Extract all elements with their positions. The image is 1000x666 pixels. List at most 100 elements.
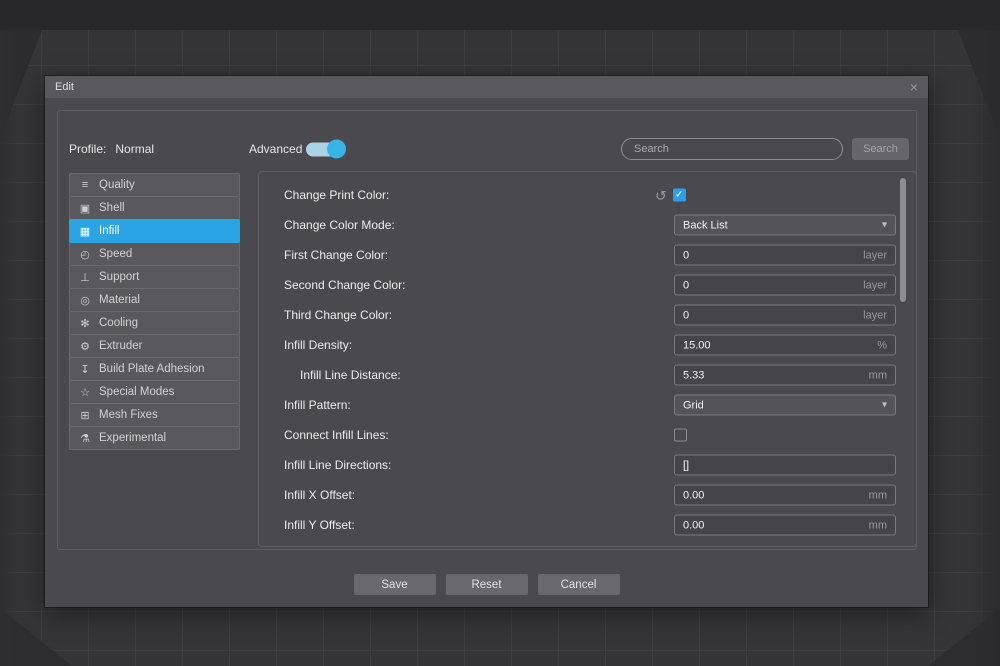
sidebar-item-speed[interactable]: ◴ Speed xyxy=(69,242,240,266)
scrollbar-thumb[interactable] xyxy=(900,178,906,302)
sidebar-item-experimental[interactable]: ⚗ Experimental xyxy=(69,426,240,450)
dialog-body: Profile:Normal Advanced Search ≡ Quality… xyxy=(45,98,928,607)
sidebar-item-label: Build Plate Adhesion xyxy=(99,363,205,375)
change-color-mode-dropdown[interactable]: Back List ▾ xyxy=(674,214,896,236)
connect-infill-lines-checkbox[interactable] xyxy=(674,428,687,442)
sidebar-item-material[interactable]: ◎ Material xyxy=(69,288,240,312)
reset-button[interactable]: Reset xyxy=(445,574,528,595)
check-icon: ✓ xyxy=(675,189,684,201)
sidebar-item-label: Extruder xyxy=(99,340,143,352)
setting-row-infill-line-distance: Infill Line Distance: 5.33 mm xyxy=(259,360,916,390)
search-input[interactable] xyxy=(621,138,843,160)
sidebar-item-label: Shell xyxy=(99,202,125,214)
field-unit: mm xyxy=(868,369,887,381)
dialog-titlebar[interactable]: Edit × xyxy=(45,76,928,98)
sidebar-item-quality[interactable]: ≡ Quality xyxy=(69,173,240,197)
sidebar-item-build-plate-adhesion[interactable]: ↧ Build Plate Adhesion xyxy=(69,357,240,381)
sidebar-item-extruder[interactable]: ⚙ Extruder xyxy=(69,334,240,358)
quality-icon: ≡ xyxy=(81,179,89,191)
dialog-title: Edit xyxy=(55,81,74,93)
sidebar-item-label: Experimental xyxy=(99,432,167,444)
sidebar-item-label: Mesh Fixes xyxy=(99,409,158,421)
infill-density-input[interactable]: 15.00 % xyxy=(674,334,896,356)
setting-row-infill-density: Infill Density: 15.00 % xyxy=(259,330,916,360)
setting-row-infill-x-offset: Infill X Offset: 0.00 mm xyxy=(259,480,916,510)
sidebar-item-special-modes[interactable]: ☆ Special Modes xyxy=(69,380,240,404)
change-print-color-checkbox[interactable]: ✓ xyxy=(672,188,686,202)
field-value: 0.00 xyxy=(683,489,705,501)
field-value: [] xyxy=(683,459,690,471)
profile-label: Profile: Normal xyxy=(69,142,155,156)
setting-label: Infill Y Offset: xyxy=(284,518,355,532)
field-value: 0.00 xyxy=(683,519,705,531)
reset-icon[interactable]: ↺ xyxy=(655,188,667,202)
setting-label: Infill Pattern: xyxy=(284,398,351,412)
support-icon: ⊥ xyxy=(80,271,90,284)
toggle-knob xyxy=(327,139,346,159)
setting-label: Connect Infill Lines: xyxy=(284,428,389,442)
sidebar-item-support[interactable]: ⊥ Support xyxy=(69,265,240,289)
dropdown-value: Back List xyxy=(683,219,728,231)
sidebar-item-shell[interactable]: ▣ Shell xyxy=(69,196,240,220)
setting-row-infill-line-directions: Infill Line Directions: [] xyxy=(259,450,916,480)
settings-sidebar: ≡ Quality ▣ Shell ▦ Infill ◴ Speed ⊥ Sup… xyxy=(69,173,240,450)
special-modes-icon: ☆ xyxy=(80,386,90,399)
search-button[interactable]: Search xyxy=(852,138,909,160)
cancel-button[interactable]: Cancel xyxy=(537,574,620,595)
viewport-left-wall xyxy=(0,30,18,666)
dialog-footer: Save Reset Cancel xyxy=(45,574,928,595)
field-value: 0 xyxy=(683,309,690,321)
sidebar-item-infill[interactable]: ▦ Infill xyxy=(69,219,240,243)
first-change-color-input[interactable]: 0 layer xyxy=(674,244,896,266)
setting-row-infill-y-offset: Infill Y Offset: 0.00 mm xyxy=(259,510,916,540)
sidebar-item-cooling[interactable]: ✻ Cooling xyxy=(69,311,240,335)
infill-pattern-dropdown[interactable]: Grid ▾ xyxy=(674,394,896,416)
settings-panel: Change Print Color: ↺ ✓ Change Color Mod… xyxy=(258,171,917,547)
infill-line-distance-input[interactable]: 5.33 mm xyxy=(674,364,896,386)
profile-value: Normal xyxy=(115,142,155,156)
infill-icon: ▦ xyxy=(79,225,91,238)
cooling-icon: ✻ xyxy=(80,317,90,330)
setting-row-second-change-color: Second Change Color: 0 layer xyxy=(259,270,916,300)
second-change-color-input[interactable]: 0 layer xyxy=(674,274,896,296)
setting-label: Infill Line Directions: xyxy=(284,458,392,472)
infill-y-offset-input[interactable]: 0.00 mm xyxy=(674,514,896,536)
infill-x-offset-input[interactable]: 0.00 mm xyxy=(674,484,896,506)
advanced-label: Advanced xyxy=(249,142,303,156)
setting-row-change-color-mode: Change Color Mode: Back List ▾ xyxy=(259,210,916,240)
setting-label: Change Color Mode: xyxy=(284,218,395,232)
setting-label: Infill X Offset: xyxy=(284,488,356,502)
setting-label: Change Print Color: xyxy=(284,188,390,202)
dialog-header-row: Profile: Normal Advanced Search xyxy=(58,137,916,161)
viewport-back-wall xyxy=(0,0,1000,30)
field-unit: layer xyxy=(863,249,887,261)
sidebar-item-label: Cooling xyxy=(99,317,138,329)
dropdown-value: Grid xyxy=(683,399,704,411)
sidebar-item-label: Support xyxy=(99,271,140,283)
advanced-toggle[interactable] xyxy=(306,139,348,159)
field-unit: mm xyxy=(868,519,887,531)
field-unit: layer xyxy=(863,279,887,291)
third-change-color-input[interactable]: 0 layer xyxy=(674,304,896,326)
speed-icon: ◴ xyxy=(80,248,90,261)
setting-row-infill-pattern: Infill Pattern: Grid ▾ xyxy=(259,390,916,420)
infill-line-directions-input[interactable]: [] xyxy=(674,454,896,476)
field-value: 0 xyxy=(683,249,690,261)
field-value: 5.33 xyxy=(683,369,705,381)
shell-icon: ▣ xyxy=(79,202,91,215)
viewport-right-wall xyxy=(970,30,1000,666)
save-button[interactable]: Save xyxy=(353,574,436,595)
setting-row-third-change-color: Third Change Color: 0 layer xyxy=(259,300,916,330)
setting-row-change-print-color: Change Print Color: ↺ ✓ xyxy=(259,180,916,210)
sidebar-item-mesh-fixes[interactable]: ⊞ Mesh Fixes xyxy=(69,403,240,427)
setting-label: Third Change Color: xyxy=(284,308,393,322)
setting-label: Infill Density: xyxy=(284,338,353,352)
edit-dialog: Edit × Profile: Normal Advanced Search S… xyxy=(45,76,928,607)
close-icon[interactable]: × xyxy=(910,80,918,94)
sidebar-item-label: Special Modes xyxy=(99,386,175,398)
setting-label: Second Change Color: xyxy=(284,278,406,292)
setting-label: First Change Color: xyxy=(284,248,389,262)
field-unit: mm xyxy=(868,489,887,501)
mesh-fixes-icon: ⊞ xyxy=(80,409,90,422)
chevron-down-icon: ▾ xyxy=(881,399,887,411)
